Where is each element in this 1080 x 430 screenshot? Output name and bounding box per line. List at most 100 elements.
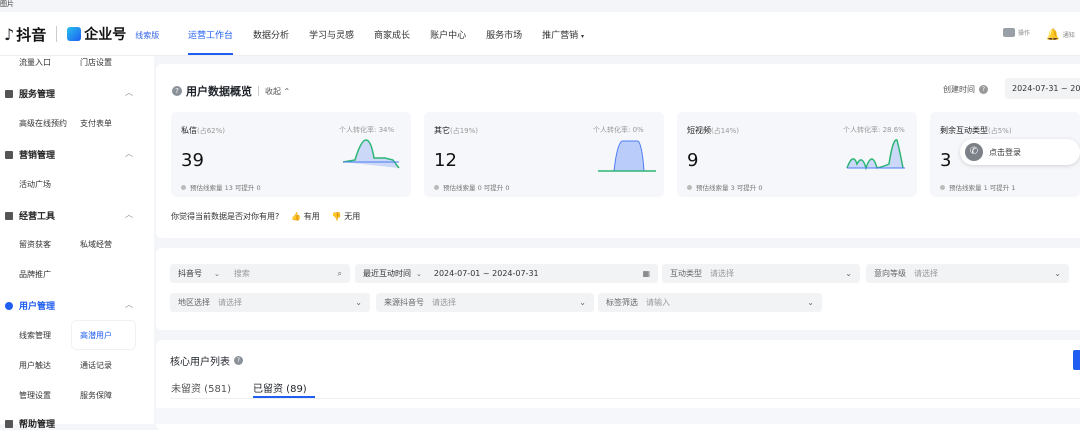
brand-qiye: 企业号 (84, 27, 127, 43)
sidebar-group-service[interactable]: 服务管理 (5, 87, 55, 100)
feedback-row: 你觉得当前数据是否对你有用? 👍 有用 👎 无用 (171, 211, 360, 222)
chevron-up-icon[interactable]: ︿ (125, 148, 133, 159)
divider (56, 26, 58, 42)
metric-card-dm[interactable]: 私信(占62%) 个人转化率: 34% 39 预估线索量 13 可提升 0 (171, 112, 411, 197)
operation-label: 操作 (1018, 30, 1031, 37)
chevron-down-icon: ⌄ (807, 298, 814, 307)
region-filter[interactable]: 地区选择 请选择 ⌄ (170, 293, 370, 312)
qiye-logo-icon (67, 27, 82, 41)
chevron-down-icon: ⌄ (1054, 269, 1061, 278)
chevron-down-icon: ⌄ (355, 298, 362, 307)
tag-filter[interactable]: 标签筛选 请输入 ⌄ (598, 293, 822, 312)
sidebar-item-store[interactable]: 门店设置 (80, 57, 112, 68)
chevron-down-icon: ⌄ (214, 269, 220, 278)
nav-promotion[interactable]: 推广营销 ▾ (542, 28, 584, 41)
sidebar-group-users[interactable]: 用户管理 (5, 299, 55, 312)
intent-level-filter[interactable]: 意向等级 请选择 ⌄ (866, 264, 1069, 283)
top-bar: ♪ 抖音 企业号 线索版 运营工作台 数据分析 学习与灵感 商家成长 账户中心 … (0, 12, 1080, 56)
nav-service-market[interactable]: 服务市场 (486, 28, 522, 41)
sidebar-item-guarantee[interactable]: 服务保障 (80, 390, 112, 401)
metric-value: 39 (181, 150, 204, 171)
sparkline-dm (342, 139, 400, 169)
info-icon: ? (172, 86, 182, 96)
chevron-up-icon[interactable]: ︿ (125, 299, 133, 310)
sidebar-item-reach[interactable]: 用户触达 (19, 360, 51, 371)
chevron-up-icon[interactable]: ︿ (125, 87, 133, 98)
nav-workbench[interactable]: 运营工作台 (188, 28, 234, 55)
metric-foot: 预估线索量 1 可提升 1 (940, 182, 1015, 192)
chevron-up-icon[interactable]: ︿ (125, 209, 133, 220)
chevron-down-icon: ▾ (580, 33, 584, 40)
help-circle-icon: ? (979, 85, 988, 94)
notification-button[interactable]: 🔔 通知 (1046, 28, 1075, 41)
sidebar-group-tools[interactable]: 经营工具 (5, 209, 55, 222)
account-select-label: 抖音号 (178, 269, 202, 278)
nav-merchant-growth[interactable]: 商家成长 (374, 28, 410, 41)
metric-name: 剩余互动类型(占5%) (940, 126, 1012, 135)
chevron-down-icon: ⌄ (579, 298, 586, 307)
sidebar-item-potential[interactable]: 高潜用户 (80, 330, 112, 341)
nav-account-center[interactable]: 账户中心 (430, 28, 466, 41)
operation-button[interactable]: 操作 (1003, 28, 1030, 37)
sidebar-item-payform[interactable]: 支付表单 (80, 118, 112, 129)
metric-foot: 预估线索量 13 可提升 0 (181, 182, 261, 192)
sidebar-item-brand[interactable]: 品牌推广 (19, 269, 51, 280)
primary-action-button[interactable] (1073, 350, 1080, 370)
main-nav: 运营工作台 数据分析 学习与灵感 商家成长 账户中心 服务市场 推广营销 ▾ (188, 28, 604, 55)
metric-card-video[interactable]: 短视频(占14%) 个人转化率: 28.6% 9 预估线索量 3 可提升 0 (677, 112, 917, 197)
date-range-picker[interactable]: 2024-07-31 ~ 2024 (1005, 78, 1080, 99)
source-account-filter[interactable]: 来源抖音号 请选择 ⌄ (376, 293, 594, 312)
interaction-time-filter[interactable]: 最近互动时间 ⌄ 2024-07-01 ~ 2024-07-31 ▦ (355, 264, 658, 283)
interact-type-filter[interactable]: 互动类型 请选择 ⌄ (662, 264, 860, 283)
table-header-row (156, 408, 1080, 424)
metric-rate: 个人转化率: 0% (593, 126, 644, 134)
tools-icon (5, 211, 13, 220)
thumbs-up-icon: 👍 (291, 212, 302, 221)
login-popup[interactable]: ✆ 点击登录 (960, 139, 1080, 165)
overview-header: ? 用户数据概览 收起 ⌃ (172, 83, 290, 99)
metric-name: 短视频(占14%) (687, 126, 740, 135)
sidebar-group-marketing[interactable]: 营销管理 (5, 148, 55, 161)
service-icon (5, 89, 13, 98)
sidebar-item-settings[interactable]: 管理设置 (19, 390, 51, 401)
account-search[interactable]: 抖音号 ⌄ 搜索 ⌕ (170, 264, 350, 283)
collapse-icon: ⌃ (283, 86, 291, 96)
sidebar-item-activity[interactable]: 活动广场 (19, 179, 51, 190)
useless-button[interactable]: 👎 无用 (332, 211, 361, 222)
metric-rate: 个人转化率: 28.6% (843, 126, 905, 134)
brand-douyin: 抖音 (16, 25, 47, 44)
useful-button[interactable]: 👍 有用 (291, 211, 320, 222)
sidebar-item-calls[interactable]: 通话记录 (80, 360, 112, 371)
sidebar-item-booking[interactable]: 高级在线预约 (19, 118, 67, 129)
metric-foot: 预估线索量 0 可提升 0 (434, 182, 509, 192)
created-time-label: 创建时间 ? (943, 84, 992, 95)
tab-submitted[interactable]: 已留资 (89) (253, 380, 307, 395)
bell-icon: 🔔 (1046, 28, 1060, 41)
user-icon (5, 301, 13, 310)
calendar-icon: ▦ (642, 269, 650, 278)
list-title: 核心用户列表 (170, 357, 230, 368)
metric-name: 私信(占62%) (181, 126, 226, 135)
sidebar-item-leads[interactable]: 留资获客 (19, 239, 51, 250)
notification-label: 通知 (1062, 32, 1075, 39)
nav-data-analysis[interactable]: 数据分析 (253, 28, 289, 41)
sparkline-other (598, 140, 656, 172)
sidebar-item-private[interactable]: 私域经营 (80, 239, 112, 250)
metric-card-other[interactable]: 其它(占19%) 个人转化率: 0% 12 预估线索量 0 可提升 0 (424, 112, 664, 197)
tab-not-submitted[interactable]: 未留资 (581) (171, 380, 231, 395)
marketing-icon (5, 150, 13, 159)
sidebar-item-traffic[interactable]: 流量入口 (19, 57, 51, 68)
douyin-logo-icon: ♪ (4, 24, 15, 44)
login-label: 点击登录 (989, 147, 1021, 157)
nav-learning[interactable]: 学习与灵感 (309, 28, 354, 41)
list-header: 核心用户列表 ? (170, 353, 243, 368)
metric-value: 3 (940, 150, 952, 171)
sparkline-video (846, 139, 905, 171)
sidebar-item-clues[interactable]: 线索管理 (19, 330, 51, 341)
collapse-button[interactable]: 收起 ⌃ (265, 86, 290, 97)
thumbs-down-icon: 👎 (331, 212, 342, 221)
feedback-question: 你觉得当前数据是否对你有用? (171, 212, 280, 221)
chevron-down-icon: ⌄ (416, 269, 422, 278)
metric-foot: 预估线索量 3 可提升 0 (687, 182, 762, 192)
brand-logo[interactable]: ♪ 抖音 企业号 线索版 (4, 23, 159, 45)
